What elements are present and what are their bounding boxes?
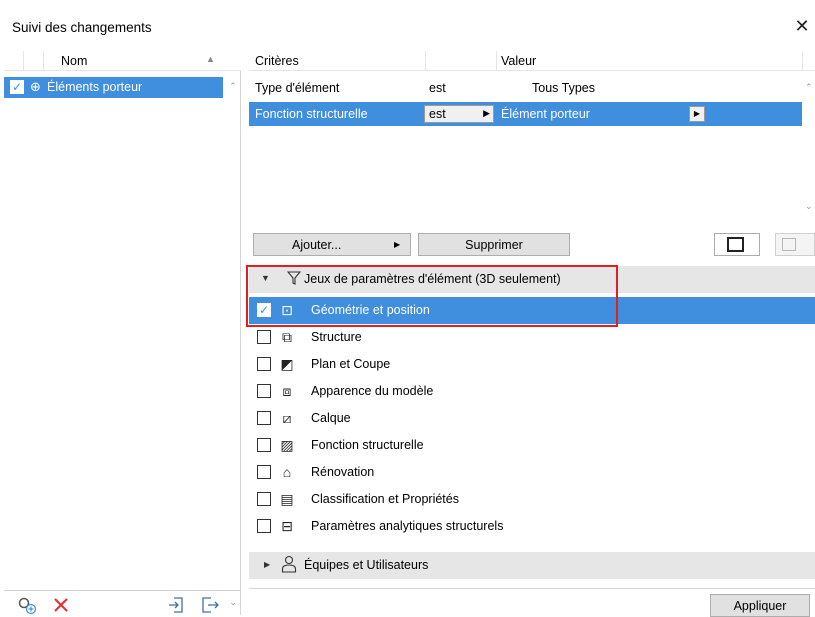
item-checkbox[interactable]: ✓ [10, 80, 24, 94]
submenu-arrow-icon: ▶ [394, 240, 401, 249]
list-scrollbar[interactable]: ⌃ ⌄ [225, 73, 241, 607]
teams-users-section[interactable]: ▶ Équipes et Utilisateurs [249, 552, 815, 579]
change-list-panel: Nom ▲ ✓ ⊕ Éléments porteur ⌃ ⌄ [4, 51, 241, 615]
highlight-annotation [246, 265, 618, 327]
search-zoom-icon: ⊕ [30, 79, 41, 94]
param-label: Calque [311, 411, 351, 425]
plan-section-icon: ◩ [280, 356, 294, 372]
classification-icon: ▤ [280, 491, 294, 507]
operator-value: est [429, 107, 446, 121]
add-button[interactable]: Ajouter... ▶ [253, 233, 411, 256]
apply-button-label: Appliquer [733, 599, 787, 613]
criterion-label: Fonction structurelle [255, 107, 368, 121]
structure-icon: ⧉ [282, 329, 292, 345]
param-label: Structure [311, 330, 362, 344]
column-header-criteria[interactable]: Critères [255, 54, 299, 68]
param-label: Plan et Coupe [311, 357, 391, 371]
collapsed-triangle-icon: ▶ [264, 560, 271, 569]
sort-ascending-icon[interactable]: ▲ [206, 54, 215, 64]
param-checkbox[interactable] [257, 492, 271, 506]
header-icon-column [24, 51, 44, 71]
value-label: Élément porteur [501, 107, 590, 121]
value-dropdown-button[interactable]: ▶ [689, 106, 705, 122]
window-title: Suivi des changements [12, 20, 152, 35]
add-button-label: Ajouter... [292, 238, 342, 252]
column-header-name[interactable]: Nom [61, 54, 87, 68]
param-row[interactable]: ⧉ Structure [249, 324, 815, 351]
param-checkbox[interactable] [257, 357, 271, 371]
param-row[interactable]: ⌂ Rénovation [249, 459, 815, 486]
param-label: Paramètres analytiques structurels [311, 519, 504, 533]
param-checkbox[interactable] [257, 438, 271, 452]
section-label: Équipes et Utilisateurs [304, 558, 429, 572]
operator-label: est [429, 81, 446, 95]
criterion-label: Type d'élément [255, 81, 340, 95]
marquee-icon [727, 237, 744, 252]
criteria-row-selected[interactable]: Fonction structurelle est ▶ Élément port… [249, 102, 802, 126]
list-item[interactable]: ✓ ⊕ Éléments porteur [4, 77, 223, 98]
param-checkbox[interactable] [257, 411, 271, 425]
param-label: Apparence du modèle [311, 384, 434, 398]
param-row[interactable]: ⧄ Calque [249, 405, 815, 432]
marquee-button[interactable] [714, 233, 760, 256]
param-label: Fonction structurelle [311, 438, 424, 452]
param-row[interactable]: ◩ Plan et Coupe [249, 351, 815, 378]
delete-icon[interactable] [50, 595, 72, 615]
close-button[interactable]: ✕ [791, 14, 813, 38]
param-label: Classification et Propriétés [311, 492, 459, 506]
analytical-icon: ⊟ [281, 518, 293, 534]
list-item-label: Éléments porteur [47, 80, 143, 94]
marquee-dashed-icon [782, 238, 796, 251]
renovation-icon: ⌂ [282, 464, 292, 480]
criteria-table: Critères Valeur Type d'élément est Tous … [249, 51, 815, 221]
title-bar: Suivi des changements ✕ [0, 0, 815, 42]
import-icon[interactable] [166, 595, 188, 615]
divider [249, 588, 815, 589]
column-divider [496, 51, 497, 71]
param-row[interactable]: ⧈ Apparence du modèle [249, 378, 815, 405]
header-check-column [4, 51, 24, 71]
column-divider [802, 51, 803, 71]
list-header: Nom ▲ [4, 51, 241, 71]
marquee-disabled-button[interactable] [775, 233, 815, 256]
scroll-up-icon[interactable]: ⌃ [225, 81, 241, 92]
list-toolbar [4, 590, 241, 617]
param-checkbox[interactable] [257, 330, 271, 344]
value-label: Tous Types [532, 81, 596, 95]
criteria-row[interactable]: Type d'élément est Tous Types [249, 78, 802, 100]
param-row[interactable]: ▤ Classification et Propriétés [249, 486, 815, 513]
param-checkbox[interactable] [257, 465, 271, 479]
column-header-value[interactable]: Valeur [501, 54, 536, 68]
scroll-up-icon[interactable]: ⌃ [805, 82, 813, 93]
dropdown-arrow-icon: ▶ [483, 108, 490, 118]
delete-button-label: Supprimer [465, 238, 523, 252]
add-search-icon[interactable] [16, 595, 38, 615]
criteria-header: Critères Valeur [249, 51, 815, 71]
export-icon[interactable] [199, 595, 221, 615]
param-checkbox[interactable] [257, 519, 271, 533]
layer-icon: ⧄ [282, 410, 292, 426]
param-row[interactable]: ▨ Fonction structurelle [249, 432, 815, 459]
column-divider [425, 51, 426, 71]
param-label: Rénovation [311, 465, 375, 479]
apply-button[interactable]: Appliquer [710, 594, 810, 617]
operator-select[interactable]: est ▶ [424, 105, 494, 123]
model-appearance-icon: ⧈ [282, 383, 292, 399]
scroll-down-icon[interactable]: ⌄ [805, 201, 813, 212]
delete-button[interactable]: Supprimer [418, 233, 570, 256]
user-icon [281, 555, 297, 577]
param-checkbox[interactable] [257, 384, 271, 398]
structural-function-icon: ▨ [280, 437, 294, 453]
param-row[interactable]: ⊟ Paramètres analytiques structurels [249, 513, 815, 540]
